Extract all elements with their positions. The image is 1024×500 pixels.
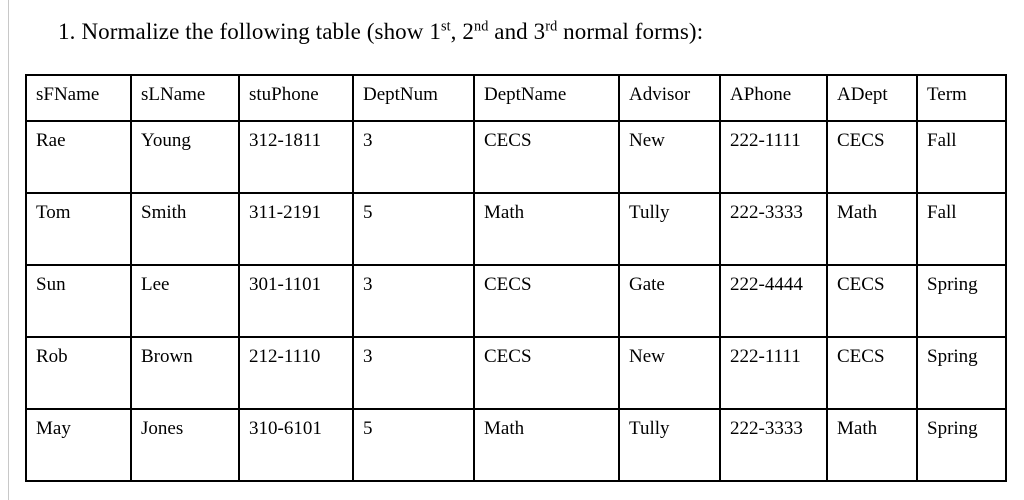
column-header-slname: sLName [130,74,240,122]
table-cell: 301-1101 [238,264,354,338]
table-cell: 222-3333 [719,192,828,266]
question-text-tail: normal forms): [557,19,704,44]
table-cell: CECS [473,336,620,410]
table-cell: CECS [473,120,620,194]
table-cell: Sun [25,264,132,338]
question-text-lead: Normalize the following table (show [81,19,430,44]
table-cell: Tully [618,192,721,266]
document-page: 1. Normalize the following table (show 1s… [0,0,1024,500]
table-cell: Spring [916,408,1007,482]
table-cell: Spring [916,336,1007,410]
table-row: Rob Brown 212-1110 3 CECS New 222-1111 CECS Spri… [25,336,1007,410]
ordinal-third-suffix: rd [545,18,558,35]
ordinal-third-value: 3 [533,19,546,44]
table-cell: Math [473,192,620,266]
table-cell: Tom [25,192,132,266]
table-cell: 5 [352,408,475,482]
column-header-aphone: APhone [719,74,828,122]
table-cell: Gate [618,264,721,338]
table-cell: Math [826,408,918,482]
question-prompt: 1. Normalize the following table (show 1s… [58,17,703,47]
table-cell: 312-1811 [238,120,354,194]
ordinal-separator-1: , [450,19,463,44]
column-header-deptname: DeptName [473,74,620,122]
table-cell: CECS [473,264,620,338]
table-cell: 222-1111 [719,120,828,194]
ordinal-separator-2: and [488,19,534,44]
column-header-sfname: sFName [25,74,132,122]
table-cell: Brown [130,336,240,410]
table-cell: 222-4444 [719,264,828,338]
table-cell: 222-1111 [719,336,828,410]
table-row: Tom Smith 311-2191 5 Math Tully 222-3333 Math Fa… [25,192,1007,266]
table-cell: Young [130,120,240,194]
table-cell: CECS [826,120,918,194]
column-header-deptnum: DeptNum [352,74,475,122]
table-cell: 3 [352,120,475,194]
table-cell: New [618,120,721,194]
unnormalized-data-table: sFName sLName stuPhone DeptNum DeptName Advis… [25,74,1007,482]
table-cell: CECS [826,264,918,338]
ordinal-first-suffix: st [440,18,451,35]
table-cell: New [618,336,721,410]
table-cell: 311-2191 [238,192,354,266]
ordinal-second-value: 2 [462,19,474,44]
table-header-row: sFName sLName stuPhone DeptNum DeptName Advis… [25,74,1007,122]
column-header-advisor: Advisor [618,74,721,122]
table-cell: Lee [130,264,240,338]
table-cell: Rae [25,120,132,194]
table-cell: 5 [352,192,475,266]
table-cell: Fall [916,120,1007,194]
table-cell: 222-3333 [719,408,828,482]
column-header-term: Term [916,74,1007,122]
table-cell: 3 [352,264,475,338]
table-cell: CECS [826,336,918,410]
table-cell: 212-1110 [238,336,354,410]
table-row: Sun Lee 301-1101 3 CECS Gate 222-4444 CECS Sprin… [25,264,1007,338]
table-cell: Jones [130,408,240,482]
table-cell: 3 [352,336,475,410]
table-cell: 310-6101 [238,408,354,482]
table-cell: May [25,408,132,482]
table-cell: Tully [618,408,721,482]
table-cell: Math [473,408,620,482]
table-cell: Rob [25,336,132,410]
table-row: Rae Young 312-1811 3 CECS New 222-1111 CECS Fall [25,120,1007,194]
table-row: May Jones 310-6101 5 Math Tully 222-3333 Math Sp… [25,408,1007,482]
ordinal-first-value: 1 [429,19,441,44]
table-cell: Fall [916,192,1007,266]
table-cell: Smith [130,192,240,266]
column-header-adept: ADept [826,74,918,122]
ordinal-second-suffix: nd [473,18,489,35]
question-number: 1. [58,19,76,44]
table-body: Rae Young 312-1811 3 CECS New 222-1111 CECS Fall… [25,120,1007,482]
table-cell: Spring [916,264,1007,338]
table-cell: Math [826,192,918,266]
column-header-stuphone: stuPhone [238,74,354,122]
